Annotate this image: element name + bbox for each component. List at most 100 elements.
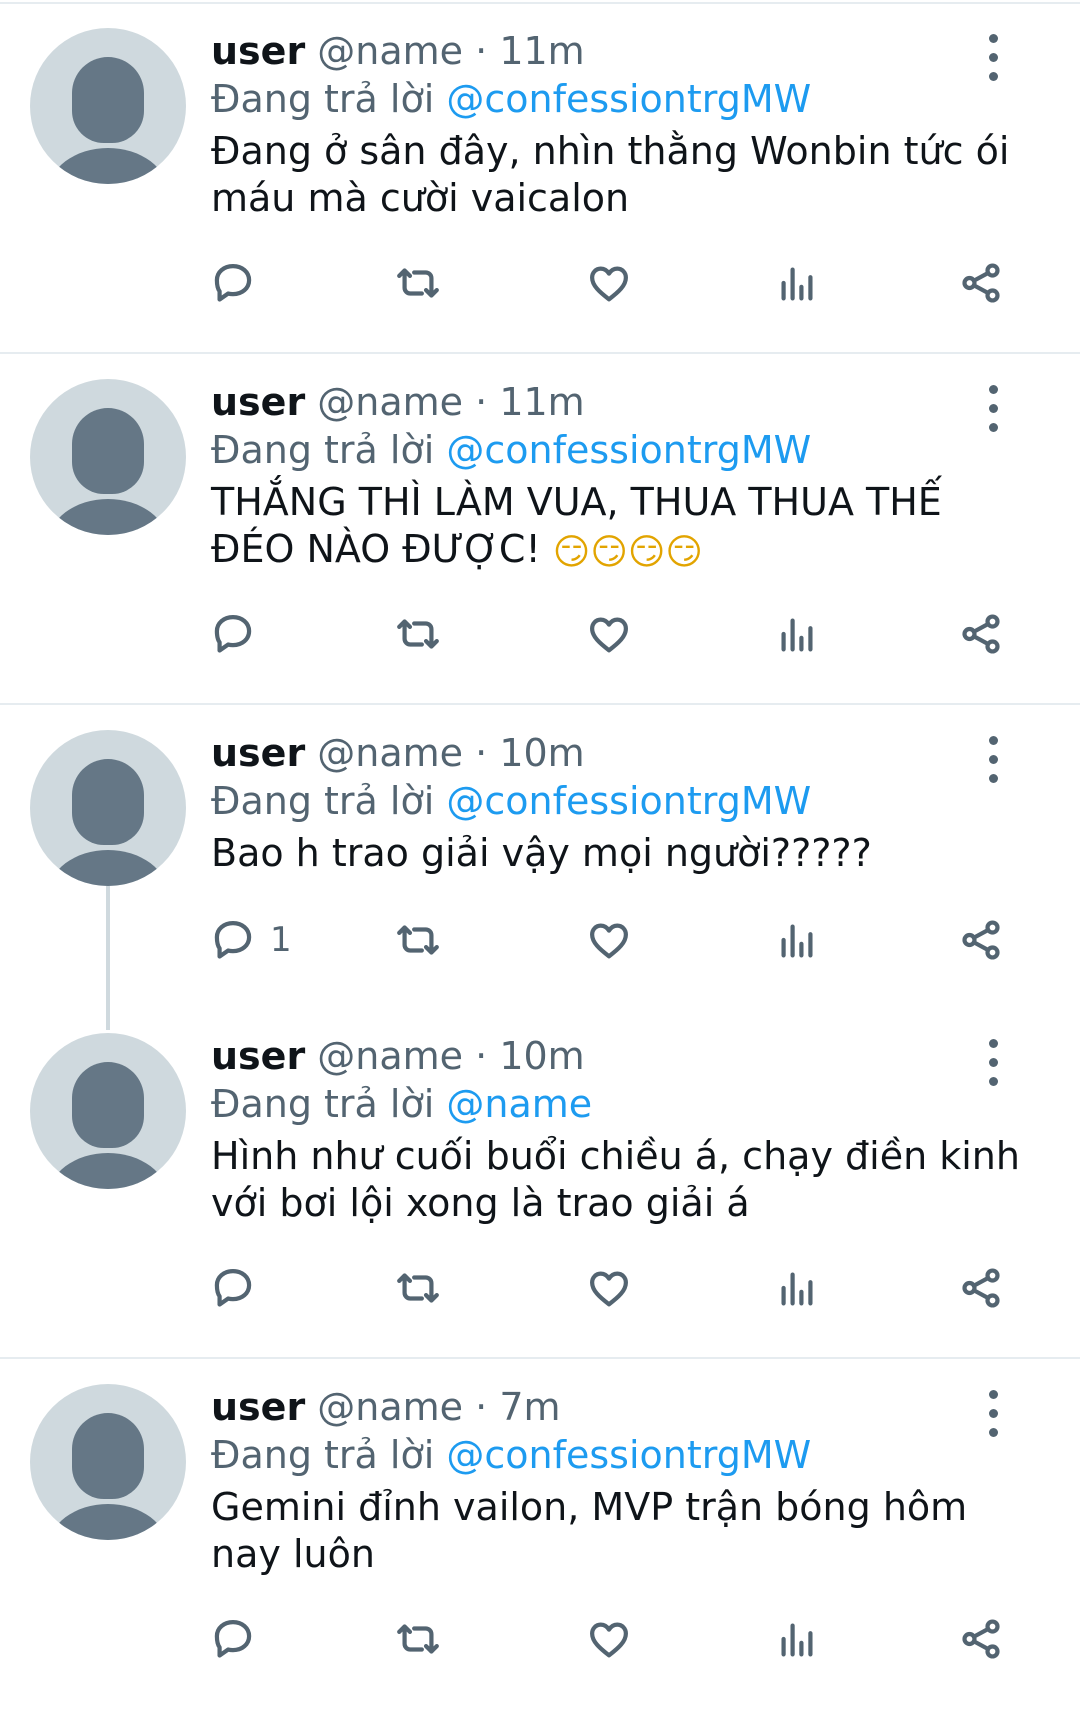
views-button[interactable] [774,910,820,970]
display-name[interactable]: user [211,1385,305,1429]
tweet-actions [0,253,1080,313]
timestamp[interactable]: 11m [499,380,584,424]
retweet-icon [397,268,439,298]
reply-icon [214,615,252,653]
share-button[interactable] [958,1258,1004,1318]
like-button[interactable] [586,604,632,664]
more-vertical-icon[interactable] [978,28,1008,88]
share-icon [962,920,1000,960]
retweet-icon [397,925,439,955]
replying-to-label: Đang trả lời [211,428,435,472]
display-name[interactable]: user [211,29,305,73]
reply-button[interactable] [210,1258,270,1318]
share-button[interactable] [958,1609,1004,1669]
separator: · [475,380,488,424]
tweet-text: Bao h trao giải vậy mọi người????? [211,831,872,875]
timestamp[interactable]: 10m [499,731,584,775]
separator: · [475,1034,488,1078]
avatar[interactable] [30,1033,186,1189]
mention-link[interactable]: @confessiontrgMW [446,1433,811,1477]
tweet[interactable]: user @name · 10m Đang trả lời @name Hình… [0,1033,1080,1353]
reply-icon [214,921,252,959]
reply-count: 1 [270,920,292,960]
avatar[interactable] [30,730,186,886]
like-button[interactable] [586,1609,632,1669]
retweet-button[interactable] [395,1258,441,1318]
separator: · [475,731,488,775]
like-button[interactable] [586,253,632,313]
views-icon [781,1623,813,1657]
views-button[interactable] [774,1609,820,1669]
like-button[interactable] [586,910,632,970]
views-button[interactable] [774,253,820,313]
reply-button[interactable]: 1 [210,910,292,970]
more-vertical-icon[interactable] [978,379,1008,439]
like-button[interactable] [586,1258,632,1318]
separator: · [475,1385,488,1429]
tweet-actions [0,1609,1080,1669]
share-button[interactable] [958,910,1004,970]
more-vertical-icon[interactable] [978,1033,1008,1093]
timestamp[interactable]: 7m [499,1385,560,1429]
tweet[interactable]: user @name · 11m Đang trả lời @confessio… [0,28,1080,348]
tweet-header: user @name · 10m [211,1033,1031,1079]
retweet-button[interactable] [395,253,441,313]
views-button[interactable] [774,1258,820,1318]
tweet[interactable]: user @name · 10m Đang trả lời @confessio… [0,730,1080,1030]
views-button[interactable] [774,604,820,664]
more-vertical-icon[interactable] [978,1384,1008,1444]
display-name[interactable]: user [211,731,305,775]
avatar[interactable] [30,28,186,184]
share-icon [962,263,1000,303]
tweet-header: user @name · 7m [211,1384,1031,1430]
reply-button[interactable] [210,253,270,313]
smirk-emoji-icon: 😏 [627,532,666,573]
avatar[interactable] [30,379,186,535]
smirk-emoji-icon: 😏 [552,532,591,573]
user-handle[interactable]: @name [317,380,463,424]
more-vertical-icon[interactable] [978,730,1008,790]
reply-icon [214,1620,252,1658]
user-handle[interactable]: @name [317,29,463,73]
mention-link[interactable]: @confessiontrgMW [446,428,811,472]
display-name[interactable]: user [211,1034,305,1078]
timestamp[interactable]: 11m [499,29,584,73]
tweet[interactable]: user @name · 7m Đang trả lời @confession… [0,1384,1080,1704]
replying-to-label: Đang trả lời [211,77,435,121]
replying-to: Đang trả lời @confessiontrgMW [211,74,1031,124]
mention-link[interactable]: @confessiontrgMW [446,77,811,121]
replying-to: Đang trả lời @name [211,1079,1031,1129]
divider [0,703,1080,705]
retweet-button[interactable] [395,604,441,664]
like-icon [590,266,628,302]
like-icon [590,1271,628,1307]
mention-link[interactable]: @confessiontrgMW [446,779,811,823]
retweet-icon [397,1273,439,1303]
tweet-text: Gemini đỉnh vailon, MVP trận bóng hôm na… [211,1485,968,1576]
share-button[interactable] [958,604,1004,664]
mention-link[interactable]: @name [446,1082,592,1126]
retweet-button[interactable] [395,1609,441,1669]
divider [0,352,1080,354]
separator: · [475,29,488,73]
replying-to-label: Đang trả lời [211,779,435,823]
replying-to-label: Đang trả lời [211,1082,435,1126]
tweet[interactable]: user @name · 11m Đang trả lời @confessio… [0,379,1080,699]
tweet-feed: user @name · 11m Đang trả lời @confessio… [0,0,1080,1713]
reply-button[interactable] [210,604,270,664]
tweet-text: Hình như cuối buổi chiều á, chạy điền ki… [211,1134,1020,1225]
reply-button[interactable] [210,1609,270,1669]
replying-to: Đang trả lời @confessiontrgMW [211,1430,1031,1480]
tweet-actions [0,604,1080,664]
display-name[interactable]: user [211,380,305,424]
avatar[interactable] [30,1384,186,1540]
divider [0,1357,1080,1359]
retweet-button[interactable] [395,910,441,970]
user-handle[interactable]: @name [317,731,463,775]
reply-icon [214,264,252,302]
tweet-text: THẮNG THÌ LÀM VUA, THUA THUA THẾ ĐÉO NÀO… [211,479,1031,573]
user-handle[interactable]: @name [317,1034,463,1078]
share-button[interactable] [958,253,1004,313]
timestamp[interactable]: 10m [499,1034,584,1078]
user-handle[interactable]: @name [317,1385,463,1429]
